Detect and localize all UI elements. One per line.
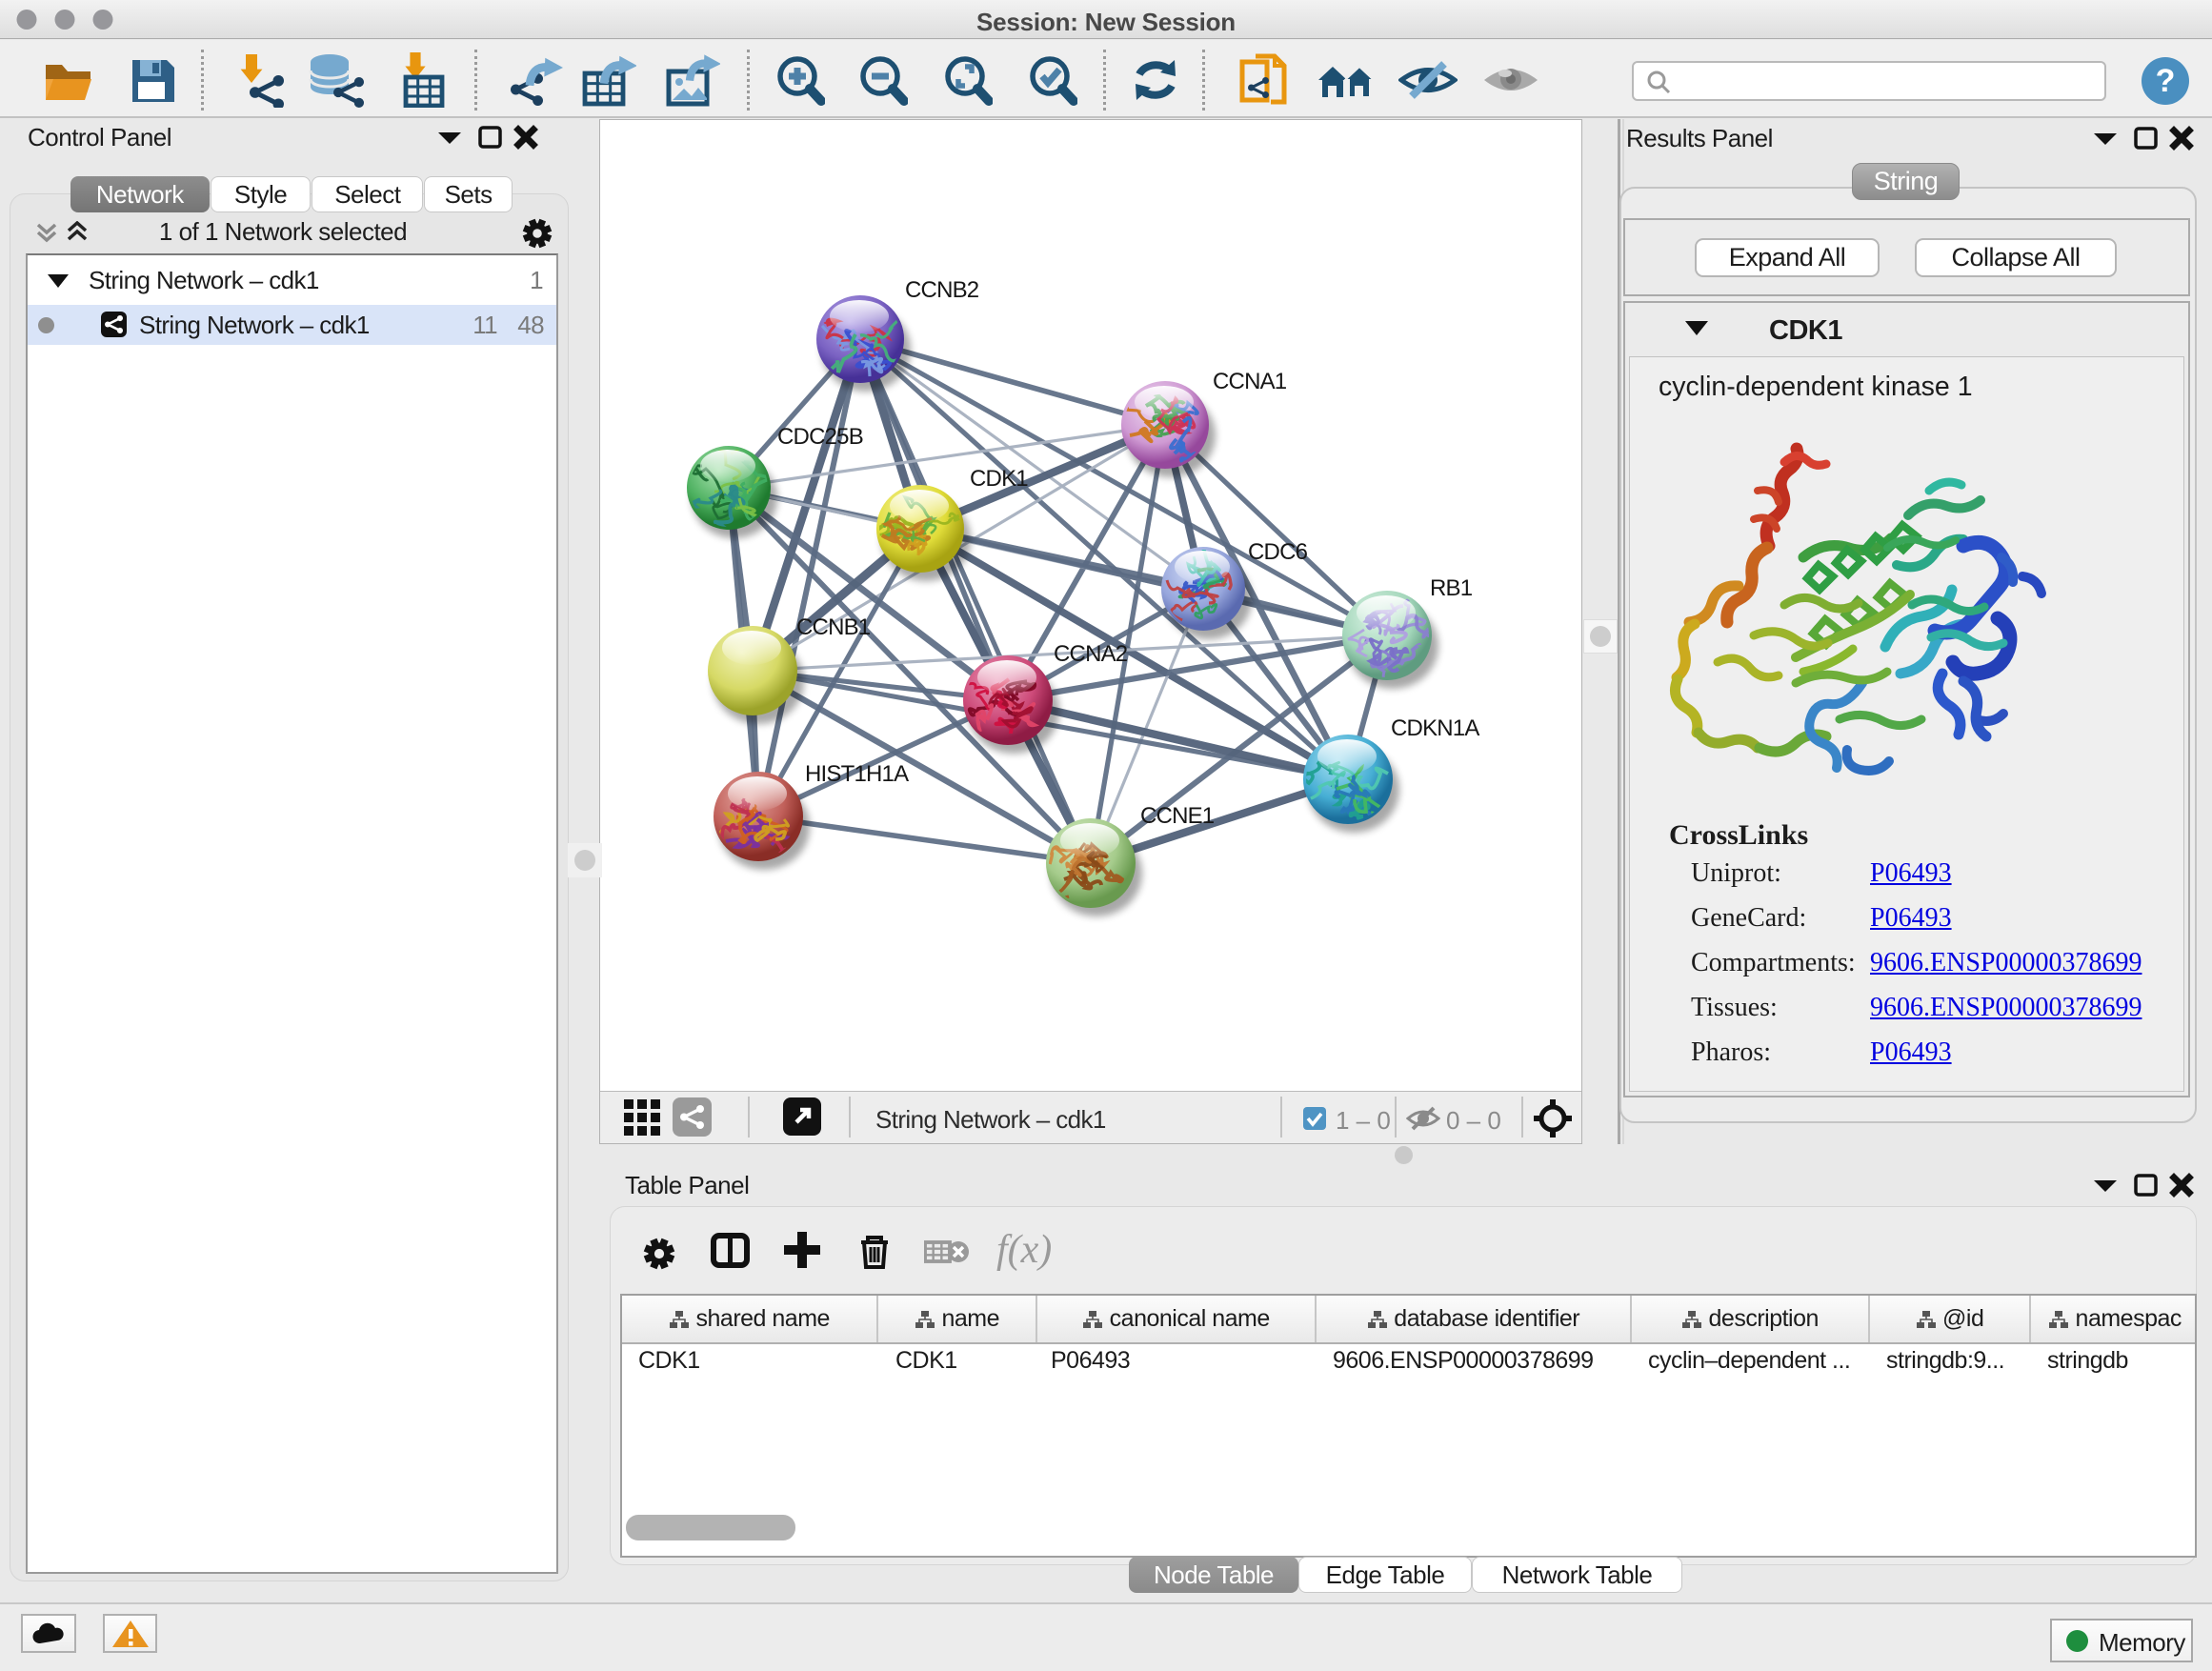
- svg-text:CDC25B: CDC25B: [777, 424, 863, 450]
- svg-text:?: ?: [2156, 63, 2176, 99]
- svg-text:CCNE1: CCNE1: [1140, 803, 1215, 829]
- svg-text:CDC6: CDC6: [1248, 539, 1308, 565]
- svg-text:CCNB2: CCNB2: [905, 277, 979, 303]
- svg-text:CDKN1A: CDKN1A: [1391, 715, 1479, 741]
- svg-text:CCNB1: CCNB1: [796, 614, 871, 640]
- svg-text:CCNA1: CCNA1: [1213, 369, 1287, 394]
- svg-text:RB1: RB1: [1430, 575, 1473, 601]
- svg-text:CDK1: CDK1: [970, 466, 1028, 492]
- svg-text:CCNA2: CCNA2: [1054, 641, 1128, 667]
- svg-text:HIST1H1A: HIST1H1A: [805, 761, 909, 787]
